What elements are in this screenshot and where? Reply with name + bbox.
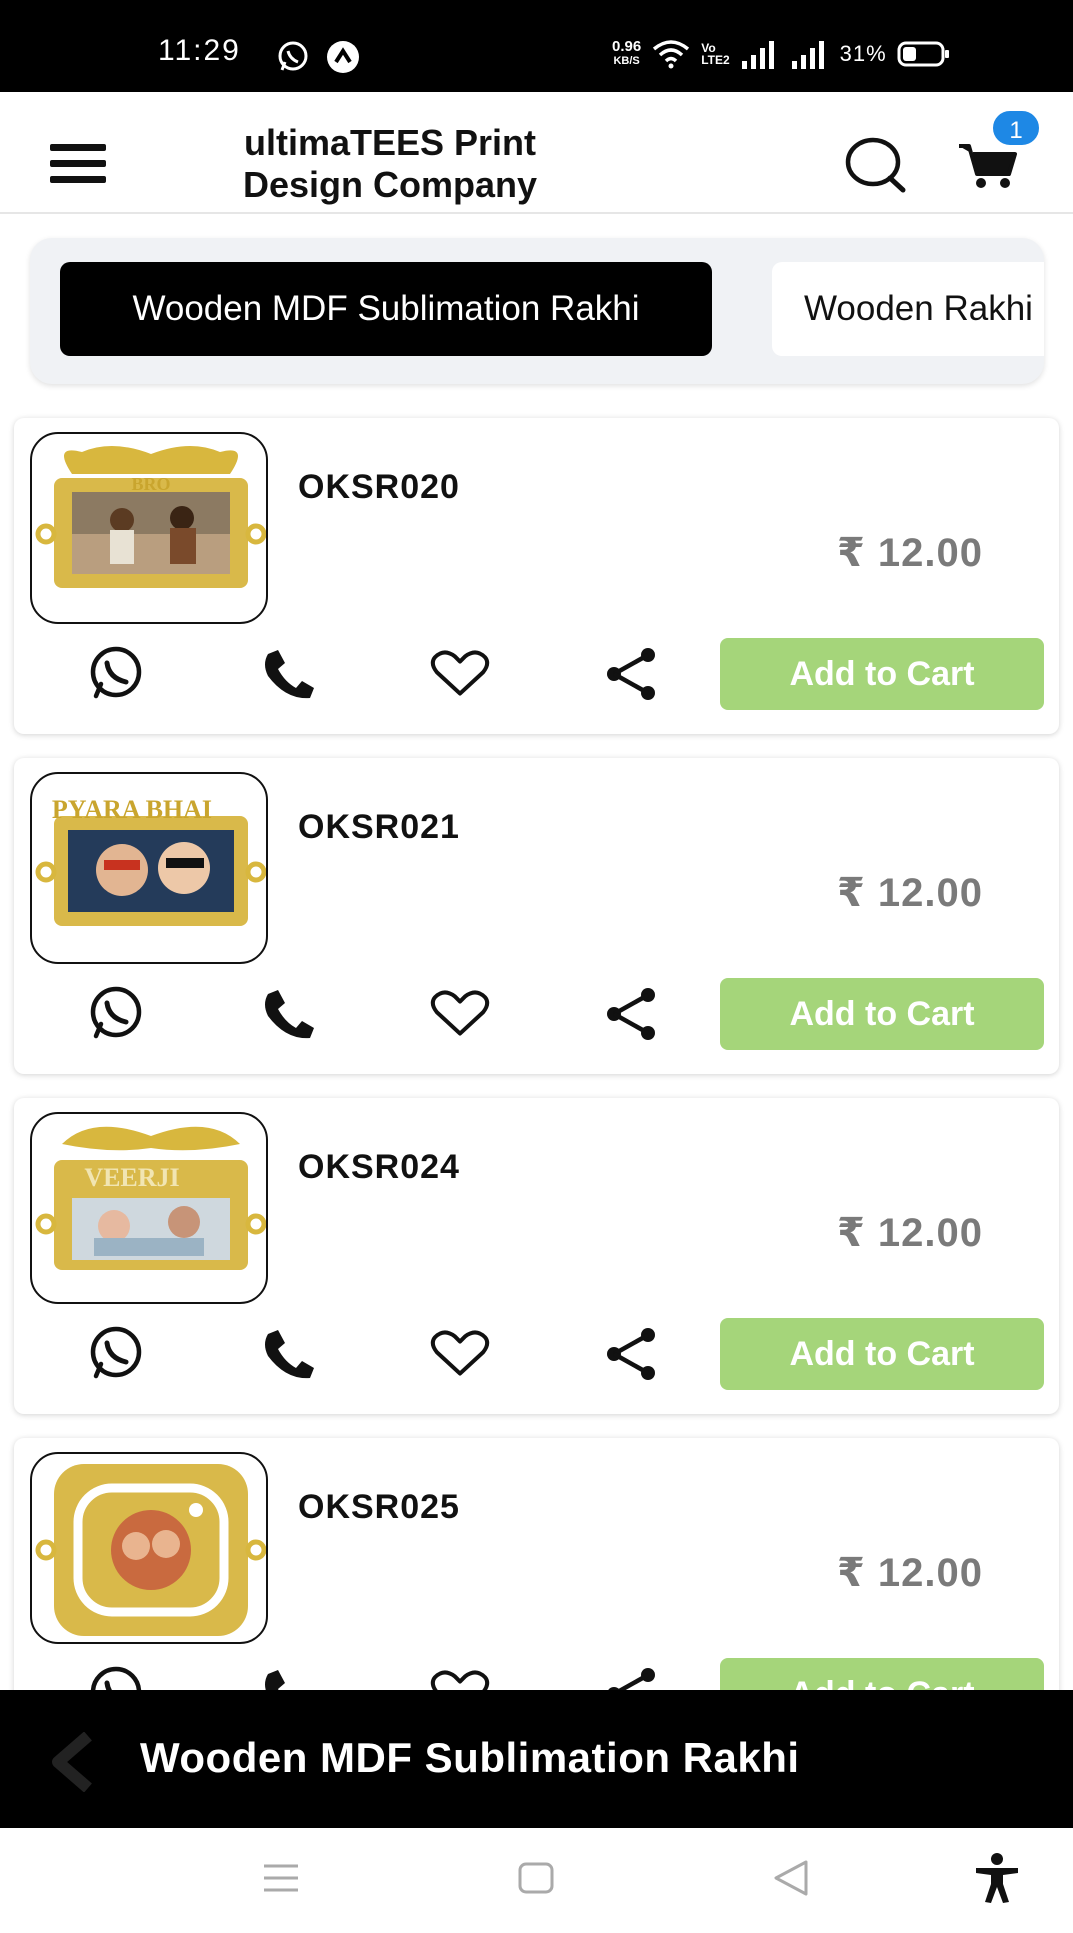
add-to-cart-button[interactable]: Add to Cart [720, 1658, 1044, 1690]
product-sku[interactable]: OKSR025 [298, 1488, 460, 1527]
category-title: Wooden MDF Sublimation Rakhi [140, 1734, 800, 1781]
home-icon[interactable] [516, 1858, 556, 1898]
product-card: VEERJI OKSR024 ₹ 12.00 Add to Cart [14, 1098, 1059, 1414]
rakhi-frame-image: BRO [35, 445, 266, 588]
rakhi-frame-image: VEERJI [35, 1126, 266, 1270]
menu-icon[interactable] [50, 144, 106, 184]
phone-icon[interactable] [256, 1326, 320, 1382]
whatsapp-icon[interactable] [84, 1666, 148, 1690]
back-chevron-icon[interactable] [48, 1732, 98, 1792]
app-notification-icon [327, 41, 359, 73]
heart-icon[interactable] [428, 1666, 492, 1690]
product-price: ₹ 12.00 [836, 1211, 983, 1255]
recent-apps-icon[interactable] [260, 1858, 302, 1898]
product-sku[interactable]: OKSR021 [298, 808, 460, 847]
product-price: ₹ 12.00 [836, 531, 983, 575]
product-price: ₹ 12.00 [836, 1551, 983, 1595]
product-list: BRO OKSR020 ₹ 12.00 Add to Cart PYARA BH… [0, 400, 1073, 1690]
status-time: 11:29 [158, 34, 241, 67]
add-to-cart-button[interactable]: Add to Cart [720, 978, 1044, 1050]
status-bar: 11:29 0.96 KB/S Vo LTE2 31% [0, 0, 1073, 92]
product-image[interactable]: PYARA BHAI [30, 772, 268, 964]
product-sku[interactable]: OKSR024 [298, 1148, 460, 1187]
phone-icon[interactable] [256, 986, 320, 1042]
wifi-icon [653, 40, 690, 69]
svg-text:VEERJI: VEERJI [84, 1163, 179, 1192]
battery-icon [897, 41, 949, 67]
product-image[interactable]: BRO [30, 432, 268, 624]
svg-text:BRO: BRO [131, 474, 170, 494]
share-icon[interactable] [600, 1666, 664, 1690]
signal-icon-2 [791, 41, 824, 69]
product-price: ₹ 12.00 [836, 871, 983, 915]
signal-icon [741, 41, 774, 69]
store-title: ultimaTEES Print Design Company [242, 122, 538, 205]
whatsapp-icon[interactable] [84, 1326, 148, 1382]
rakhi-frame-image [35, 1464, 266, 1636]
whatsapp-notification-icon [278, 41, 308, 71]
product-card: PYARA BHAI OKSR021 ₹ 12.00 Add to Cart [14, 758, 1059, 1074]
whatsapp-icon[interactable] [84, 986, 148, 1042]
category-tabs: Wooden MDF Sublimation Rakhi Wooden Rakh… [30, 238, 1044, 384]
bottom-title-bar: Wooden MDF Sublimation Rakhi [0, 1690, 1073, 1828]
app-header: ultimaTEES Print Design Company 1 [0, 92, 1073, 214]
accessibility-icon[interactable] [972, 1852, 1022, 1904]
search-icon[interactable] [843, 136, 909, 196]
tab-wooden-rakhi[interactable]: Wooden Rakhi [772, 262, 1044, 356]
rakhi-frame-image: PYARA BHAI [35, 795, 266, 926]
cart-count-badge: 1 [990, 108, 1042, 148]
battery-percent: 31% [839, 41, 887, 66]
add-to-cart-button[interactable]: Add to Cart [720, 638, 1044, 710]
share-icon[interactable] [600, 646, 664, 702]
back-icon[interactable] [770, 1858, 812, 1898]
product-image[interactable] [30, 1452, 268, 1644]
heart-icon[interactable] [428, 986, 492, 1042]
phone-icon[interactable] [256, 646, 320, 702]
heart-icon[interactable] [428, 1326, 492, 1382]
product-card: OKSR025 ₹ 12.00 Add to Cart [14, 1438, 1059, 1690]
product-sku[interactable]: OKSR020 [298, 468, 460, 507]
svg-text:PYARA BHAI: PYARA BHAI [52, 795, 212, 824]
heart-icon[interactable] [428, 646, 492, 702]
volte-indicator: Vo LTE2 [701, 41, 730, 67]
phone-icon[interactable] [256, 1666, 320, 1690]
status-indicators: 0.96 KB/S Vo LTE2 31% [612, 36, 951, 72]
add-to-cart-button[interactable]: Add to Cart [720, 1318, 1044, 1390]
product-image[interactable]: VEERJI [30, 1112, 268, 1304]
share-icon[interactable] [600, 1326, 664, 1382]
tab-wooden-mdf-sublimation-rakhi[interactable]: Wooden MDF Sublimation Rakhi [60, 262, 712, 356]
system-nav-bar [0, 1828, 1073, 1933]
share-icon[interactable] [600, 986, 664, 1042]
whatsapp-icon[interactable] [84, 646, 148, 702]
product-card: BRO OKSR020 ₹ 12.00 Add to Cart [14, 418, 1059, 734]
network-speed: 0.96 KB/S [612, 38, 642, 67]
